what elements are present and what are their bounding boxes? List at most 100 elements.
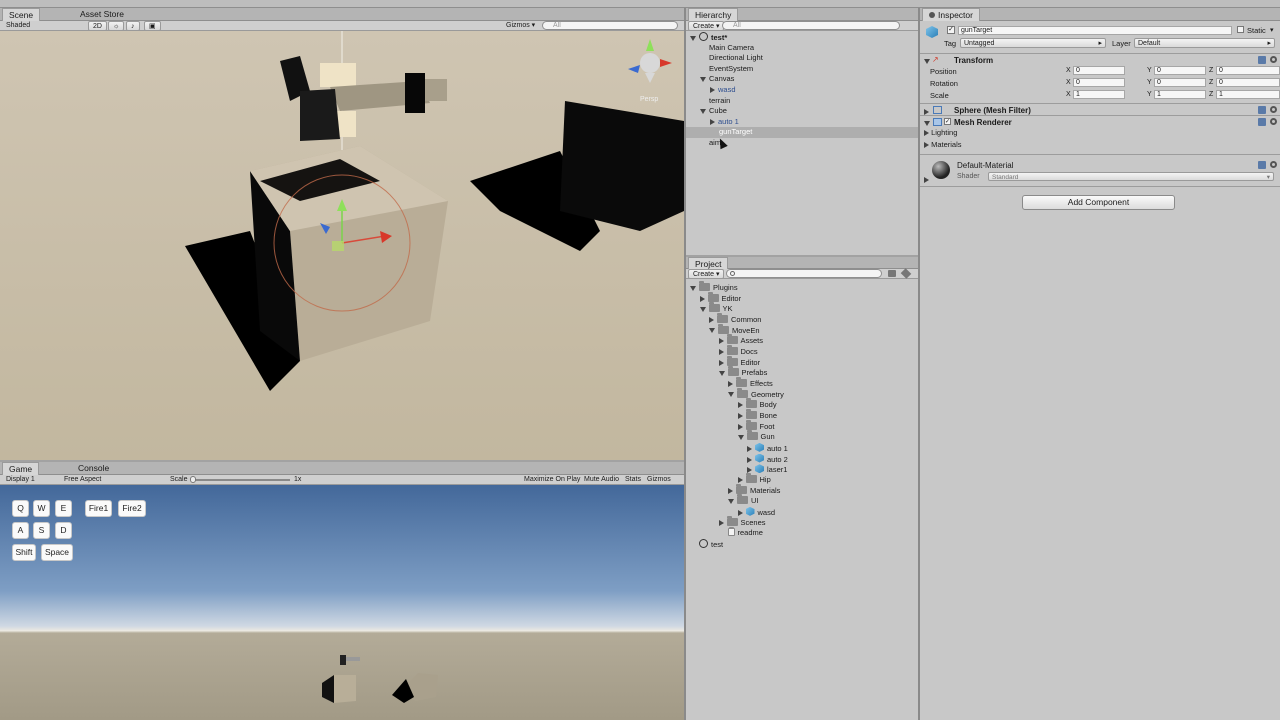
collapsed-arrow-icon[interactable]	[718, 359, 724, 366]
transform-scale-x-field[interactable]: 1	[1073, 90, 1125, 99]
game-gizmos-dropdown[interactable]: Gizmos	[647, 475, 671, 484]
collapsed-arrow-icon[interactable]	[710, 118, 715, 125]
key-w-button[interactable]: W	[33, 500, 50, 517]
transform-rotation-y-field[interactable]: 0	[1154, 78, 1206, 87]
project-item[interactable]: Editor	[686, 291, 918, 305]
collapsed-arrow-icon[interactable]	[747, 445, 752, 452]
project-search-input[interactable]	[726, 269, 882, 278]
collapsed-arrow-icon[interactable]	[718, 519, 724, 526]
project-item[interactable]: Editor	[686, 355, 918, 369]
transform-position-x-field[interactable]: 0	[1073, 66, 1125, 75]
materials-foldout[interactable]: Materials	[924, 140, 962, 149]
gear-icon[interactable]	[1270, 161, 1277, 168]
project-item[interactable]: Hip	[686, 472, 918, 486]
add-component-button[interactable]: Add Component	[1022, 195, 1175, 210]
transform-rotation-x-field[interactable]: 0	[1073, 78, 1125, 87]
key-a-button[interactable]: A	[12, 522, 29, 539]
collapsed-arrow-icon[interactable]	[699, 295, 705, 302]
tab-game[interactable]: Game	[2, 462, 40, 475]
hierarchy-item[interactable]: Main Camera	[686, 43, 918, 54]
collapsed-arrow-icon[interactable]	[728, 487, 733, 494]
collapsed-arrow-icon[interactable]	[747, 456, 752, 463]
transform-position-z-field[interactable]: 0	[1216, 66, 1280, 75]
collapsed-arrow-icon[interactable]	[737, 423, 743, 430]
project-item[interactable]: Scenes	[686, 515, 918, 529]
hierarchy-item[interactable]: Directional Light	[686, 53, 918, 64]
project-item[interactable]: test	[686, 538, 918, 550]
project-item[interactable]: readme	[686, 527, 918, 539]
collapsed-arrow-icon[interactable]	[737, 412, 743, 419]
project-item[interactable]: Bone	[686, 408, 918, 422]
stats-toggle[interactable]: Stats	[625, 475, 641, 484]
expanded-arrow-icon[interactable]	[690, 285, 696, 291]
collapsed-arrow-icon[interactable]	[718, 338, 724, 345]
effects-dropdown[interactable]: ▣	[144, 21, 161, 31]
transform-header[interactable]: ↗ Transform	[920, 53, 1280, 65]
mesh-renderer-checkbox[interactable]: ✓	[944, 118, 951, 125]
display-dropdown[interactable]: Display 1	[6, 475, 35, 484]
layer-dropdown[interactable]: Default ▸	[1134, 38, 1275, 48]
collapsed-arrow-icon[interactable]	[718, 348, 724, 355]
project-item[interactable]: Materials	[686, 483, 918, 497]
project-item[interactable]: Geometry	[686, 387, 918, 401]
expanded-arrow-icon[interactable]	[737, 434, 744, 440]
tab-inspector[interactable]: Inspector	[922, 8, 980, 21]
lighting-foldout[interactable]: Lighting	[924, 128, 957, 137]
hierarchy-item[interactable]: test*	[686, 32, 918, 43]
help-icon[interactable]	[1258, 106, 1266, 114]
project-item[interactable]: Prefabs	[686, 366, 918, 379]
scene-search-input[interactable]: All	[542, 21, 678, 30]
gear-icon[interactable]	[1270, 106, 1277, 113]
collapsed-arrow-icon[interactable]	[737, 402, 743, 409]
active-checkbox[interactable]: ✓	[947, 26, 955, 34]
audio-toggle[interactable]: ♪	[126, 21, 140, 31]
transform-scale-z-field[interactable]: 1	[1216, 90, 1280, 99]
expanded-arrow-icon[interactable]	[690, 35, 696, 41]
collapsed-arrow-icon[interactable]	[710, 87, 715, 94]
tag-dropdown[interactable]: Untagged ▸	[960, 38, 1106, 48]
shift-button[interactable]: Shift	[12, 544, 36, 561]
transform-scale-y-field[interactable]: 1	[1154, 90, 1206, 99]
tab-asset-store[interactable]: Asset Store	[74, 8, 130, 21]
expanded-arrow-icon[interactable]	[699, 306, 706, 312]
project-item[interactable]: Assets	[686, 334, 918, 347]
project-item[interactable]: auto 2	[686, 453, 918, 465]
expanded-arrow-icon[interactable]	[709, 328, 715, 334]
hierarchy-item[interactable]: EventSystem	[686, 64, 918, 75]
game-viewport[interactable]: Q W E Fire1 Fire2 A S D Shift Space	[0, 485, 684, 720]
collapsed-arrow-icon[interactable]	[728, 380, 733, 387]
filter-label-icon[interactable]	[900, 268, 912, 279]
scale-slider-thumb[interactable]	[190, 476, 196, 483]
hierarchy-item[interactable]: Cube	[686, 106, 918, 117]
space-button[interactable]: Space	[41, 544, 73, 561]
help-icon[interactable]	[1258, 118, 1266, 126]
tab-project[interactable]: Project	[688, 257, 729, 269]
project-item[interactable]: Foot	[686, 419, 918, 433]
mesh-filter-header[interactable]: Sphere (Mesh Filter)	[920, 103, 1280, 115]
key-s-button[interactable]: S	[33, 522, 50, 539]
help-icon[interactable]	[1258, 56, 1266, 64]
hierarchy-item[interactable]: gunTarget	[686, 127, 918, 138]
shader-dropdown[interactable]: Standard ▾	[988, 172, 1274, 181]
project-item[interactable]: Docs	[686, 344, 918, 358]
scene-viewport[interactable]: Persp	[0, 31, 684, 460]
hierarchy-item[interactable]: terrain	[686, 96, 918, 107]
object-name-field[interactable]: gunTarget	[958, 26, 1232, 35]
project-item[interactable]: laser1	[686, 464, 918, 475]
scale-slider[interactable]	[192, 479, 290, 481]
collapsed-arrow-icon[interactable]	[709, 316, 714, 323]
collapsed-arrow-icon[interactable]	[737, 476, 743, 483]
fire2-button[interactable]: Fire2	[118, 500, 146, 517]
fire1-button[interactable]: Fire1	[85, 500, 112, 517]
expanded-arrow-icon[interactable]	[728, 392, 734, 398]
hierarchy-item[interactable]: wasd	[686, 85, 918, 96]
key-q-button[interactable]: Q	[12, 500, 29, 517]
project-item[interactable]: MoveEn	[686, 323, 918, 337]
project-item[interactable]: wasd	[686, 506, 918, 518]
project-item[interactable]: Gun	[686, 430, 918, 443]
static-checkbox[interactable]	[1237, 26, 1244, 33]
tab-console[interactable]: Console	[72, 462, 115, 475]
tab-scene[interactable]: Scene	[2, 8, 41, 21]
expanded-arrow-icon[interactable]	[728, 498, 734, 504]
mesh-renderer-header[interactable]: ✓ Mesh Renderer	[920, 115, 1280, 127]
